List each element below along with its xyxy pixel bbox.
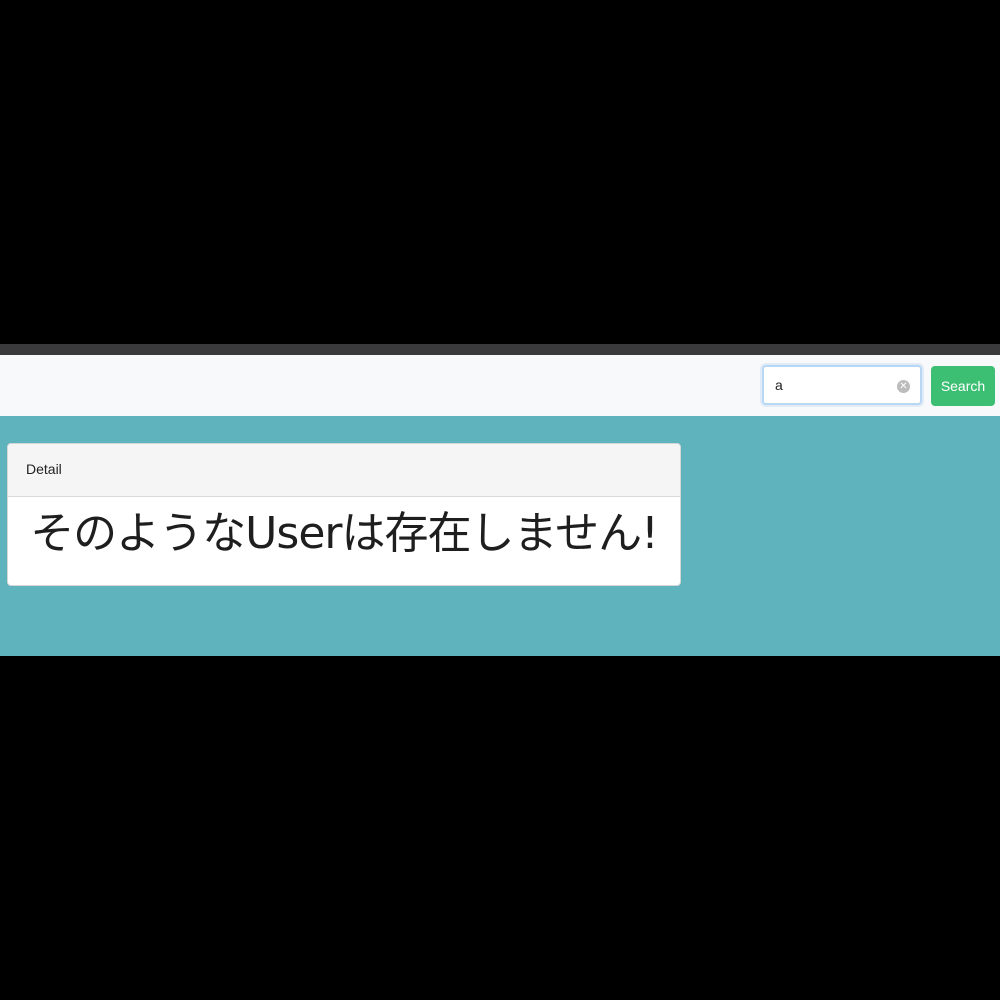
search-input-value[interactable]: a	[775, 377, 783, 393]
card-header: Detail	[8, 444, 680, 497]
detail-card: Detail そのようなUserは存在しません!	[7, 443, 681, 586]
not-found-message: そのようなUserは存在しません!	[30, 508, 659, 559]
app-screen: a ✕ Search Detail そのようなUserは存在しません!	[0, 344, 1000, 656]
search-input[interactable]: a ✕	[762, 365, 922, 405]
clear-search-icon[interactable]: ✕	[897, 380, 910, 393]
navbar: a ✕ Search	[0, 355, 1000, 416]
search-button[interactable]: Search	[931, 366, 995, 406]
card-header-title: Detail	[26, 461, 62, 477]
window-top-strip	[0, 344, 1000, 355]
main-content: Detail そのようなUserは存在しません!	[0, 416, 1000, 656]
